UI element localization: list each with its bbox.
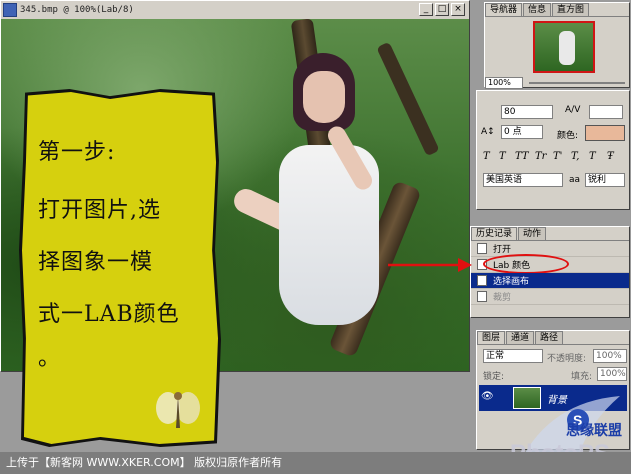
kerning-icon: A/V [565,105,581,115]
woman-figure [230,53,401,325]
history-item-label: 打开 [493,245,512,255]
leading-field[interactable]: 80 [501,105,553,119]
tab-navigator[interactable]: 导航器 [485,3,523,16]
navigator-tabs: 导航器 信息 直方图 [485,3,629,17]
history-state-icon [477,275,487,286]
opacity-field[interactable]: 100% [593,349,627,363]
history-state-icon [477,243,487,254]
note-line: 。 [38,346,62,371]
tab-paths[interactable]: 路径 [535,331,564,344]
small-caps-icon[interactable]: Tr [535,151,546,162]
minimize-button[interactable]: _ [419,3,433,16]
navigator-zoom-field[interactable]: 100% [485,77,523,89]
faux-bold-icon[interactable]: T [483,151,490,162]
photoshop-doc-icon [3,3,17,17]
credit-footer: 上传于【新客网 WWW.XKER.COM】 版权归原作者所有 [0,452,631,474]
fill-field[interactable]: 100% [597,367,627,381]
tab-channels[interactable]: 通道 [506,331,535,344]
window-controls: _ □ × [419,3,465,16]
history-item[interactable]: 裁剪 [471,289,629,305]
strikethrough-icon[interactable]: Ŧ [607,151,614,162]
character-panel: 80 A/V A↕ 0 点 颜色: T T TT Tr T' T, T Ŧ 美国… [476,90,630,210]
all-caps-icon[interactable]: TT [515,151,529,162]
fairy-decoration-icon [156,392,200,428]
red-arrow-icon [388,258,472,272]
history-panel: 历史记录 动作 打开 Lab 颜色 选择画布 裁剪 [470,226,630,318]
navigator-zoom-slider[interactable] [529,82,625,84]
navigator-panel: 导航器 信息 直方图 100% [484,2,630,89]
color-label: 颜色: [557,131,579,141]
note-line: 打开图片,选 [38,198,161,223]
tab-info[interactable]: 信息 [523,3,552,16]
history-item-label: 裁剪 [493,293,512,303]
history-item[interactable]: 打开 [471,241,629,257]
history-item[interactable]: Lab 颜色 [471,254,629,274]
watermark-subtext: 思缘联盟 [566,423,622,439]
close-button[interactable]: × [451,3,465,16]
document-titlebar[interactable]: 345.bmp @ 100%(Lab/8) _ □ × [1,1,469,19]
tab-history[interactable]: 历史记录 [471,227,518,240]
visibility-eye-icon[interactable]: 👁 [481,391,494,402]
tab-layers[interactable]: 图层 [477,331,506,344]
history-tabs: 历史记录 动作 [471,227,629,241]
language-select[interactable]: 美国英语 [483,173,563,187]
history-item-selected[interactable]: 选择画布 [471,273,629,289]
text-color-swatch[interactable] [585,125,625,141]
maximize-button[interactable]: □ [435,3,449,16]
tracking-icon: A↕ [481,127,495,137]
tab-actions[interactable]: 动作 [518,227,547,240]
antialias-select[interactable]: 锐利 [585,173,625,187]
history-item-label: 选择画布 [493,277,530,287]
history-state-icon [477,291,487,302]
note-step-title: 第一步: [38,140,116,165]
highlight-ellipse [483,254,569,274]
superscript-icon[interactable]: T' [553,151,562,162]
kerning-field[interactable] [589,105,623,119]
navigator-thumbnail[interactable] [533,21,595,73]
subscript-icon[interactable]: T, [571,151,579,162]
tab-histogram[interactable]: 直方图 [552,3,590,16]
note-line: 式一LAB颜色 [38,302,180,327]
figure-face [303,71,345,123]
photoshop-workspace: 345.bmp @ 100%(Lab/8) _ □ × 第一步: 打开图片,选 … [0,0,631,474]
baseline-shift-field[interactable]: 0 点 [501,125,543,139]
note-line: 择图象一模 [38,250,154,275]
lock-label: 锁定: [483,372,505,382]
underline-icon[interactable]: T [589,151,596,162]
faux-italic-icon[interactable]: T [499,151,506,162]
opacity-label: 不透明度: [547,354,587,364]
antialias-icon: aa [569,175,581,185]
layers-tabs: 图层 通道 路径 [477,331,629,345]
blend-mode-select[interactable]: 正常 [483,349,543,363]
fill-label: 填充: [571,372,593,382]
document-title: 345.bmp @ 100%(Lab/8) [20,5,134,15]
